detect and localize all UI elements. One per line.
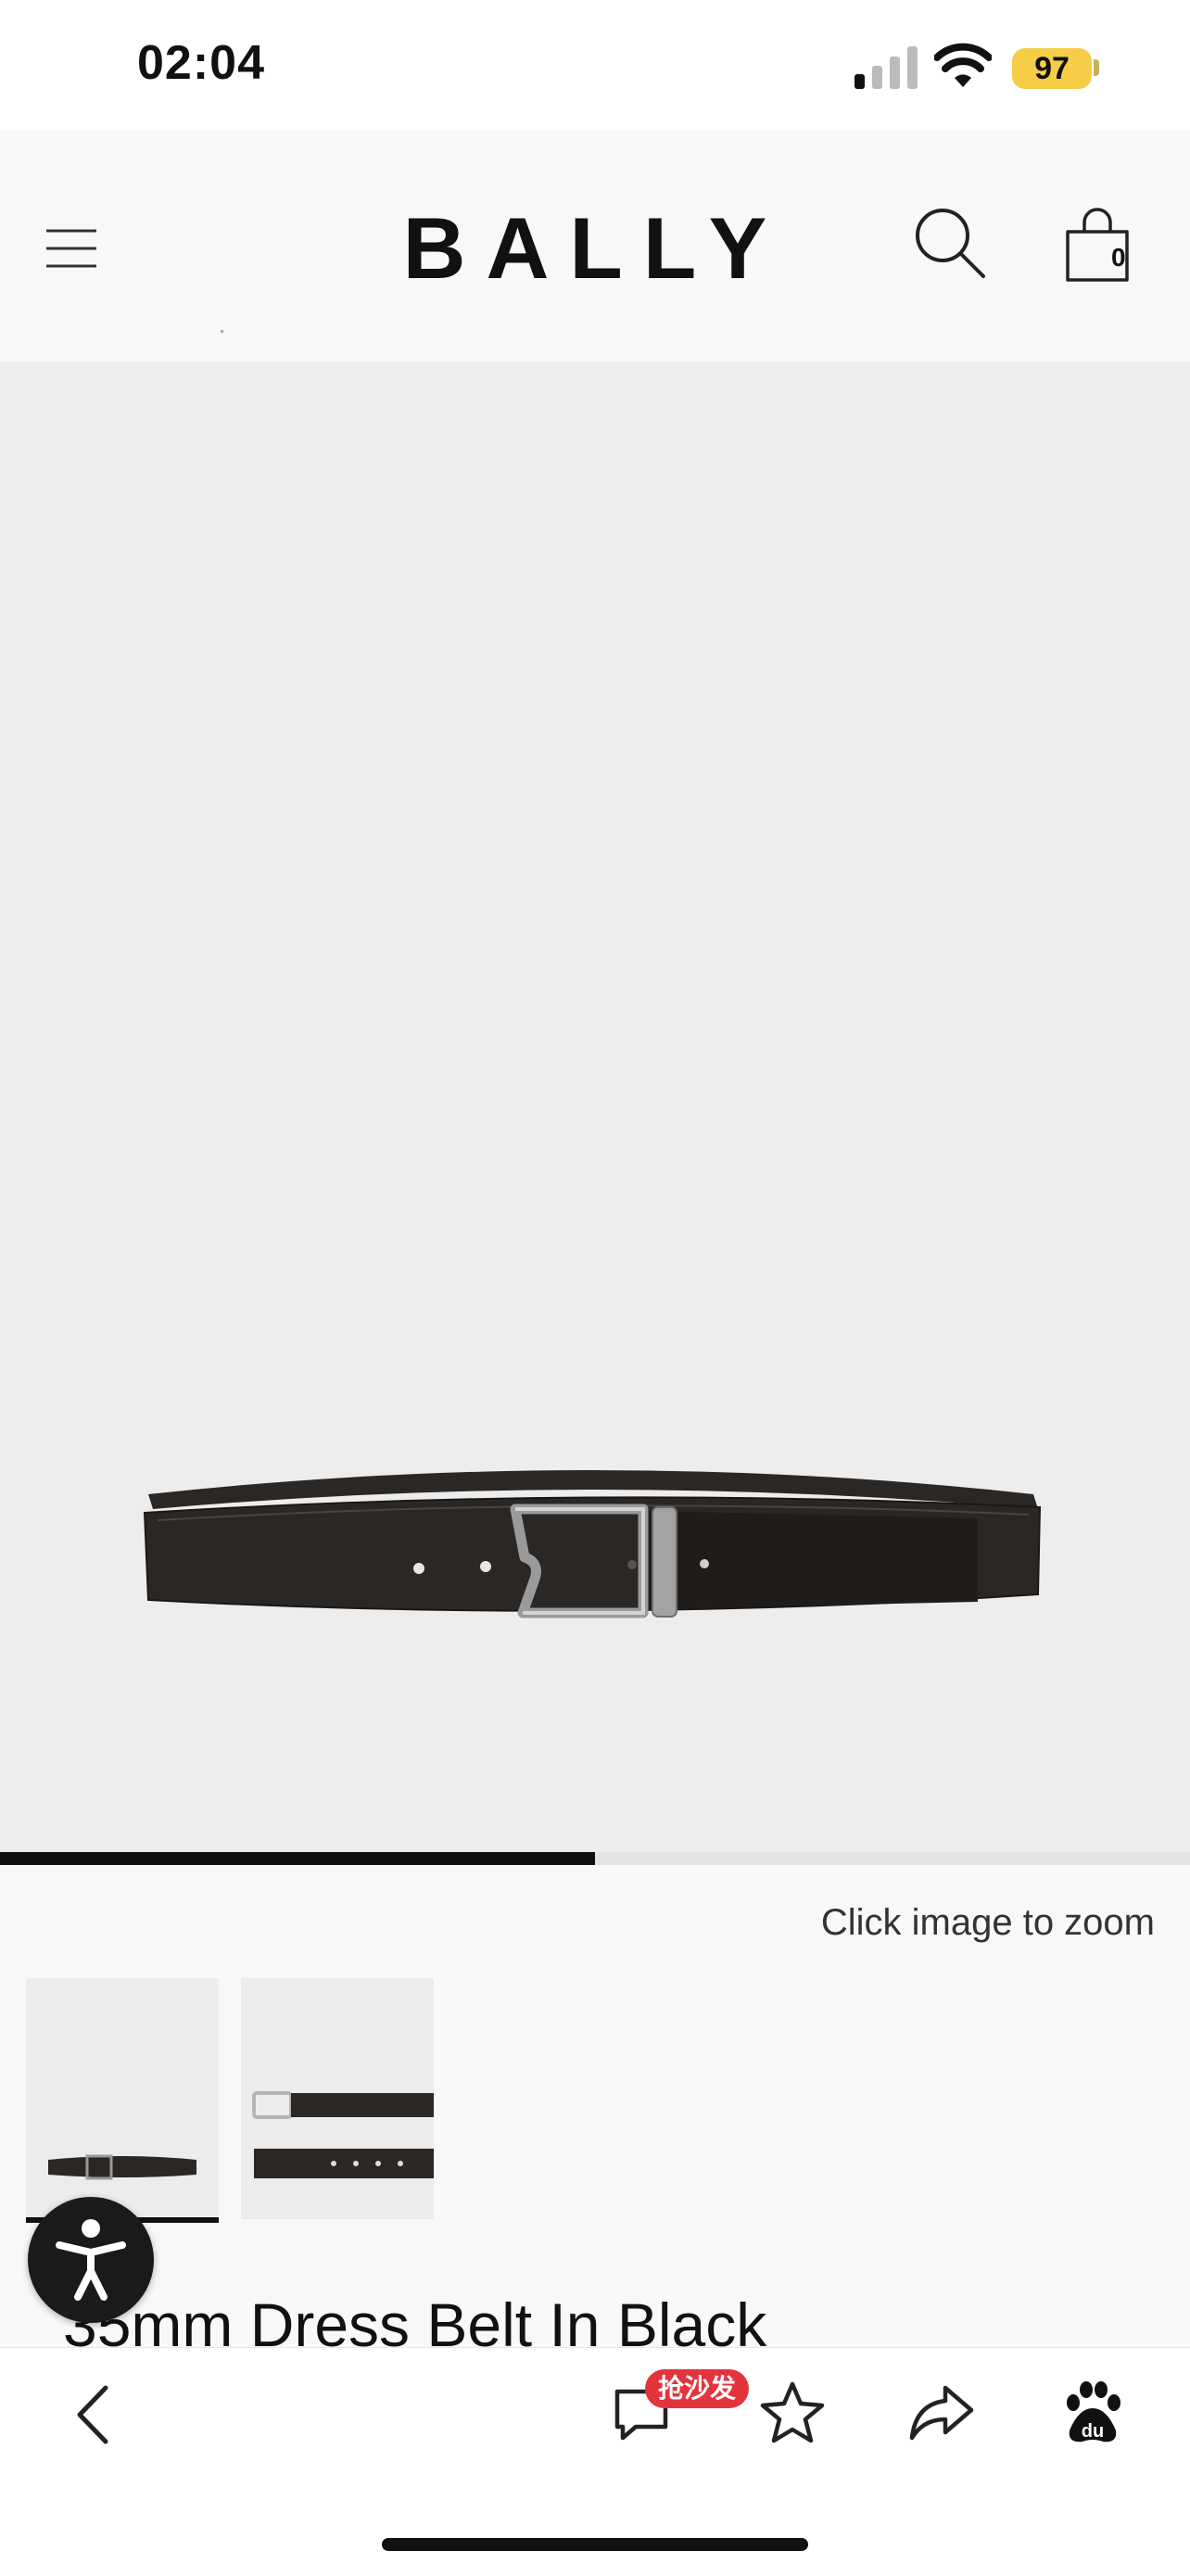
- battery-indicator: 97: [1012, 48, 1092, 89]
- accessibility-button[interactable]: [28, 2197, 154, 2323]
- accessibility-icon: [56, 2219, 126, 2301]
- thumbnail-belt-detail-image: [252, 2091, 434, 2178]
- belt-image: [143, 1470, 1042, 1618]
- baidu-icon[interactable]: du: [1062, 2380, 1123, 2445]
- logo-text: BALLY: [403, 200, 788, 293]
- zoom-hint: Click image to zoom: [820, 1902, 1155, 1943]
- wifi-icon: [934, 43, 992, 87]
- cellular-signal-icon: [855, 46, 918, 89]
- thumbnail-belt-front[interactable]: [26, 1978, 219, 2219]
- battery-tip: [1094, 59, 1099, 76]
- home-indicator[interactable]: [382, 2538, 808, 2551]
- gallery-progress-track: [0, 1852, 1190, 1865]
- comment-badge[interactable]: 抢沙发: [645, 2369, 750, 2408]
- star-icon[interactable]: [760, 2380, 825, 2445]
- share-icon[interactable]: [908, 2382, 975, 2442]
- thumbnail-belt-detail[interactable]: [241, 1978, 434, 2219]
- status-time: 02:04: [137, 36, 265, 90]
- bally-logo[interactable]: BALLY: [382, 200, 808, 293]
- thumbnail-belt-front-image: [48, 2154, 196, 2180]
- bag-count: 0: [1111, 243, 1126, 272]
- menu-icon[interactable]: [44, 227, 98, 270]
- product-main-image[interactable]: [0, 362, 1190, 1852]
- gallery-progress-fill: [0, 1852, 595, 1865]
- search-icon[interactable]: [913, 206, 987, 280]
- svg-text:du: du: [1082, 2421, 1104, 2442]
- back-icon[interactable]: [70, 2382, 117, 2447]
- divider-dot: [221, 330, 223, 333]
